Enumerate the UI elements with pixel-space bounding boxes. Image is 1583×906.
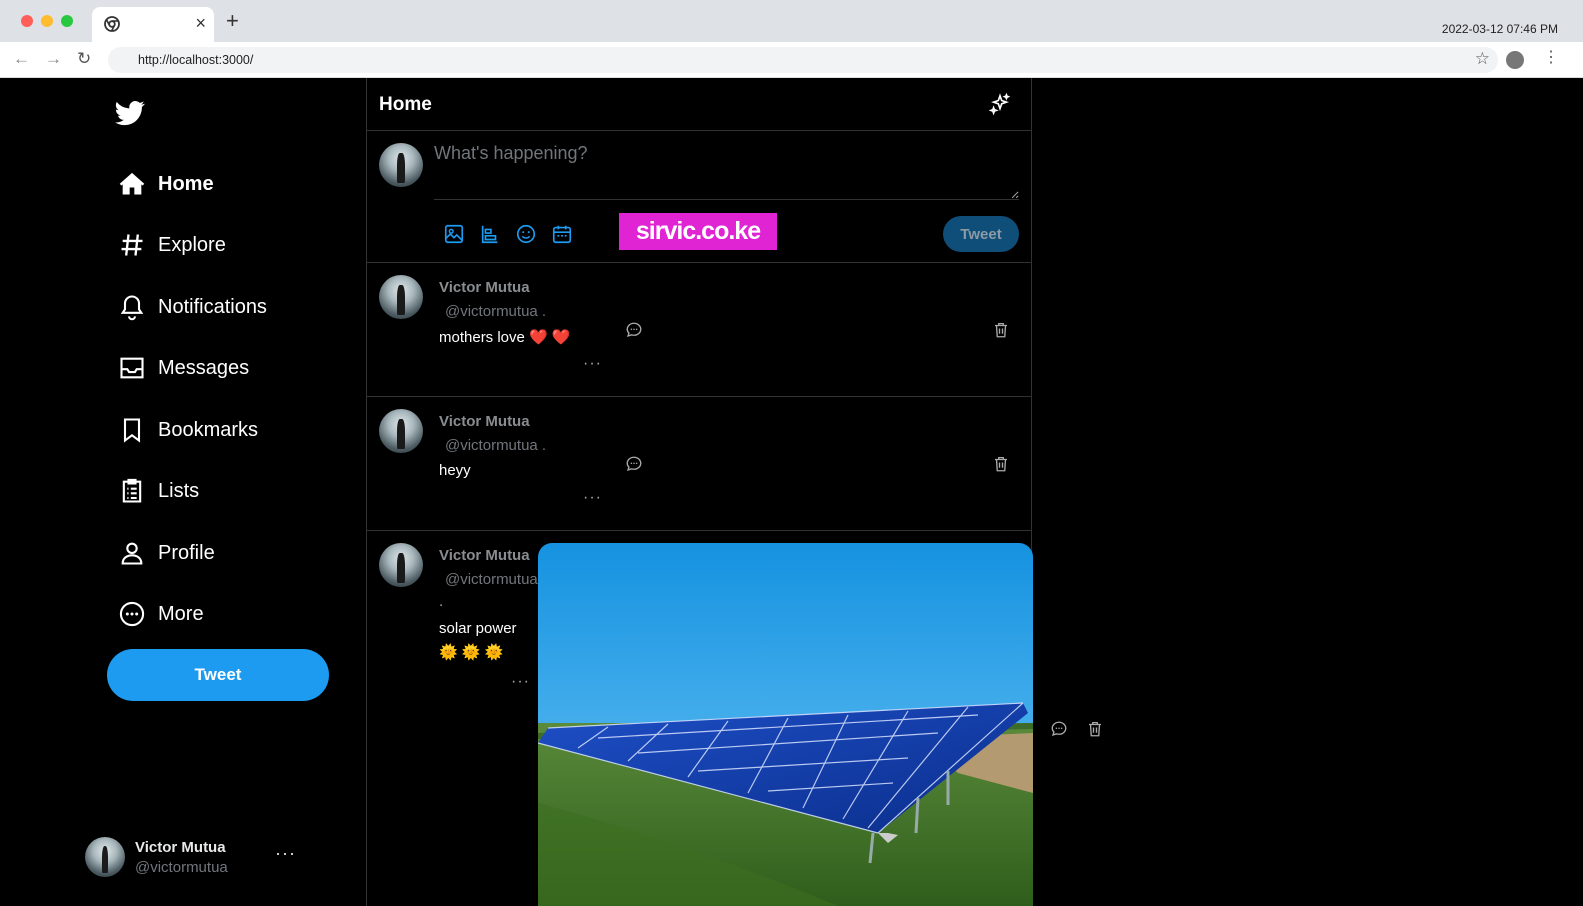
reply-icon[interactable] — [625, 455, 643, 473]
browser-tab[interactable]: × — [92, 7, 214, 42]
tweet-card[interactable]: Victor Mutua @victormutua . mothers love… — [367, 263, 1031, 397]
tweet-separator-dot: . — [439, 593, 444, 610]
hashtag-icon — [121, 234, 143, 256]
sidebar-item-label: Messages — [158, 356, 250, 379]
tweet-author-handle: @victormutua . — [445, 437, 547, 454]
datetime-label: 2022-03-12 07:46 PM — [1441, 22, 1558, 36]
account-more-icon[interactable]: ··· — [275, 843, 296, 864]
tweet-text: mothers love ❤️ ❤️ — [439, 329, 571, 346]
feed-header: Home — [367, 78, 1031, 131]
new-tab-button[interactable]: + — [226, 10, 239, 32]
close-window-button[interactable] — [21, 15, 33, 27]
image-icon[interactable] — [443, 223, 465, 245]
sidebar-tweet-button[interactable]: Tweet — [107, 649, 329, 701]
tweet-more-icon[interactable]: ··· — [583, 489, 602, 507]
reload-button[interactable]: ↻ — [77, 50, 91, 68]
sidebar-item-home[interactable]: Home — [118, 164, 214, 204]
sidebar-item-label: Notifications — [158, 295, 267, 318]
tweet-author-handle: @victormutua . — [445, 303, 547, 320]
sidebar-item-label: Lists — [158, 479, 200, 502]
page-title: Home — [379, 94, 432, 115]
browser-menu-icon[interactable]: ⋮ — [1543, 48, 1559, 68]
sidebar-item-label: Explore — [158, 233, 226, 256]
tweet-author-name[interactable]: Victor Mutua — [439, 279, 530, 296]
solar-panel-photo — [538, 543, 1033, 906]
twitter-clone-app: Home Explore Notifications Messages Book… — [0, 78, 1583, 906]
reply-icon[interactable] — [625, 321, 643, 339]
bell-icon — [120, 295, 144, 321]
sidebar-item-label: Home — [158, 172, 214, 195]
tweet-author-handle: @victormutua — [445, 571, 538, 588]
watermark-badge: sirvic.co.ke — [619, 213, 777, 250]
tweet-emoji: 🌞 🌞 🌞 — [439, 644, 504, 661]
avatar — [379, 143, 423, 187]
account-name: Victor Mutua — [135, 839, 226, 856]
tab-close-icon[interactable]: × — [195, 14, 206, 32]
delete-icon[interactable] — [1086, 720, 1104, 738]
chrome-favicon-icon — [104, 16, 120, 32]
bookmark-star-icon[interactable]: ☆ — [1475, 49, 1490, 69]
avatar — [85, 837, 125, 877]
more-circle-icon — [119, 601, 145, 627]
avatar — [379, 409, 423, 453]
avatar — [379, 543, 423, 587]
compose-toolbar — [443, 223, 573, 245]
delete-icon[interactable] — [992, 321, 1010, 339]
envelope-icon — [120, 357, 144, 379]
home-icon — [119, 172, 145, 195]
reply-icon[interactable] — [1050, 720, 1068, 738]
minimize-window-button[interactable] — [41, 15, 53, 27]
emoji-icon[interactable] — [515, 223, 537, 245]
sidebar-item-more[interactable]: More — [118, 594, 204, 634]
sidebar-item-messages[interactable]: Messages — [118, 348, 249, 388]
tweet-card[interactable]: Victor Mutua @victormutua . heyy ··· — [367, 397, 1031, 531]
poll-icon[interactable] — [479, 223, 501, 245]
tweet-author-name[interactable]: Victor Mutua — [439, 547, 530, 564]
account-handle: @victormutua — [135, 859, 228, 876]
tweet-image-solar-panels[interactable] — [538, 543, 1033, 906]
sidebar: Home Explore Notifications Messages Book… — [0, 78, 367, 906]
tab-bar: × + 2022-03-12 07:46 PM — [0, 0, 1583, 42]
browser-chrome: × + 2022-03-12 07:46 PM ← → ↻ http://loc… — [0, 0, 1583, 78]
sidebar-item-explore[interactable]: Explore — [118, 225, 226, 265]
sidebar-item-lists[interactable]: Lists — [118, 471, 199, 511]
sidebar-item-notifications[interactable]: Notifications — [118, 287, 267, 327]
url-text[interactable]: http://localhost:3000/ — [138, 53, 253, 67]
back-button[interactable]: ← — [13, 50, 30, 68]
address-bar[interactable]: http://localhost:3000/ ☆ — [108, 47, 1498, 73]
sidebar-item-profile[interactable]: Profile — [118, 533, 215, 573]
delete-icon[interactable] — [992, 455, 1010, 473]
sidebar-item-bookmarks[interactable]: Bookmarks — [118, 410, 258, 450]
tweet-more-icon[interactable]: ··· — [583, 355, 602, 373]
sparkle-icon[interactable] — [989, 93, 1011, 115]
avatar — [379, 275, 423, 319]
tweet-author-name[interactable]: Victor Mutua — [439, 413, 530, 430]
calendar-icon[interactable] — [551, 223, 573, 245]
user-icon — [121, 542, 143, 565]
bookmark-icon — [123, 418, 141, 443]
sidebar-item-label: Profile — [158, 541, 215, 564]
list-icon — [122, 478, 142, 503]
sidebar-item-label: More — [158, 602, 204, 625]
browser-profile-icon[interactable] — [1506, 51, 1524, 69]
tweet-text: solar power — [439, 620, 517, 637]
sidebar-item-label: Bookmarks — [158, 418, 259, 441]
tweet-more-icon[interactable]: ··· — [511, 673, 530, 691]
account-switcher[interactable]: Victor Mutua @victormutua ··· — [85, 835, 305, 881]
maximize-window-button[interactable] — [61, 15, 73, 27]
compose-tweet-button[interactable]: Tweet — [943, 216, 1019, 252]
tweet-text: heyy — [439, 462, 471, 479]
tweet-composer: sirvic.co.ke Tweet — [367, 131, 1031, 263]
browser-toolbar: ← → ↻ http://localhost:3000/ ☆ ⋮ — [0, 42, 1583, 78]
twitter-bird-icon[interactable] — [114, 98, 146, 128]
compose-textarea[interactable] — [434, 143, 1019, 200]
forward-button[interactable]: → — [45, 50, 62, 68]
